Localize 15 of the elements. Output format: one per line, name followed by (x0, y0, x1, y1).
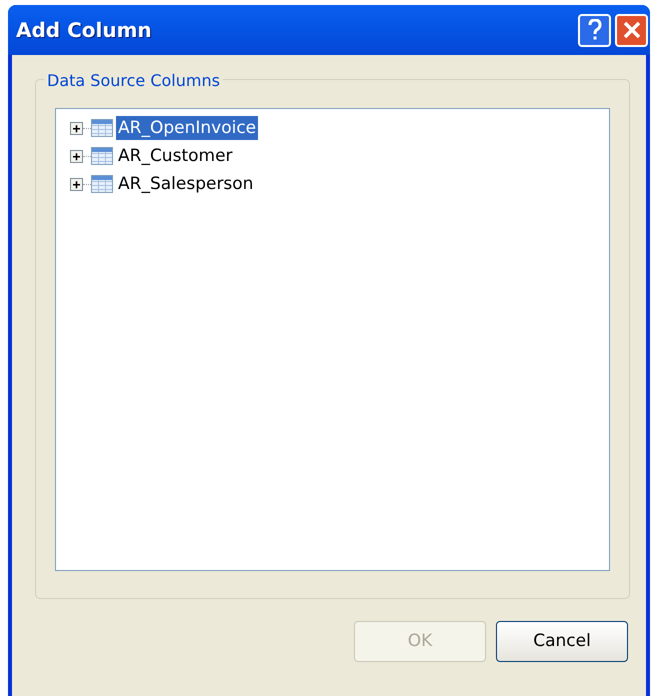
tree-item[interactable]: AR_OpenInvoice (116, 116, 258, 140)
close-icon (622, 20, 642, 40)
window-title: Add Column (16, 17, 152, 44)
plus-box-icon[interactable] (70, 150, 83, 162)
cancel-button[interactable]: Cancel (496, 621, 628, 662)
table-icon (91, 147, 113, 165)
tree-item[interactable]: AR_Customer (116, 144, 235, 168)
tree-item[interactable]: AR_Salesperson (116, 172, 256, 196)
plus-box-icon[interactable] (70, 122, 83, 134)
close-button[interactable] (615, 14, 648, 46)
plus-box-icon[interactable] (70, 178, 83, 190)
table-icon (91, 175, 113, 193)
help-icon (588, 19, 602, 41)
table-icon (91, 119, 113, 137)
help-button[interactable] (578, 14, 611, 46)
